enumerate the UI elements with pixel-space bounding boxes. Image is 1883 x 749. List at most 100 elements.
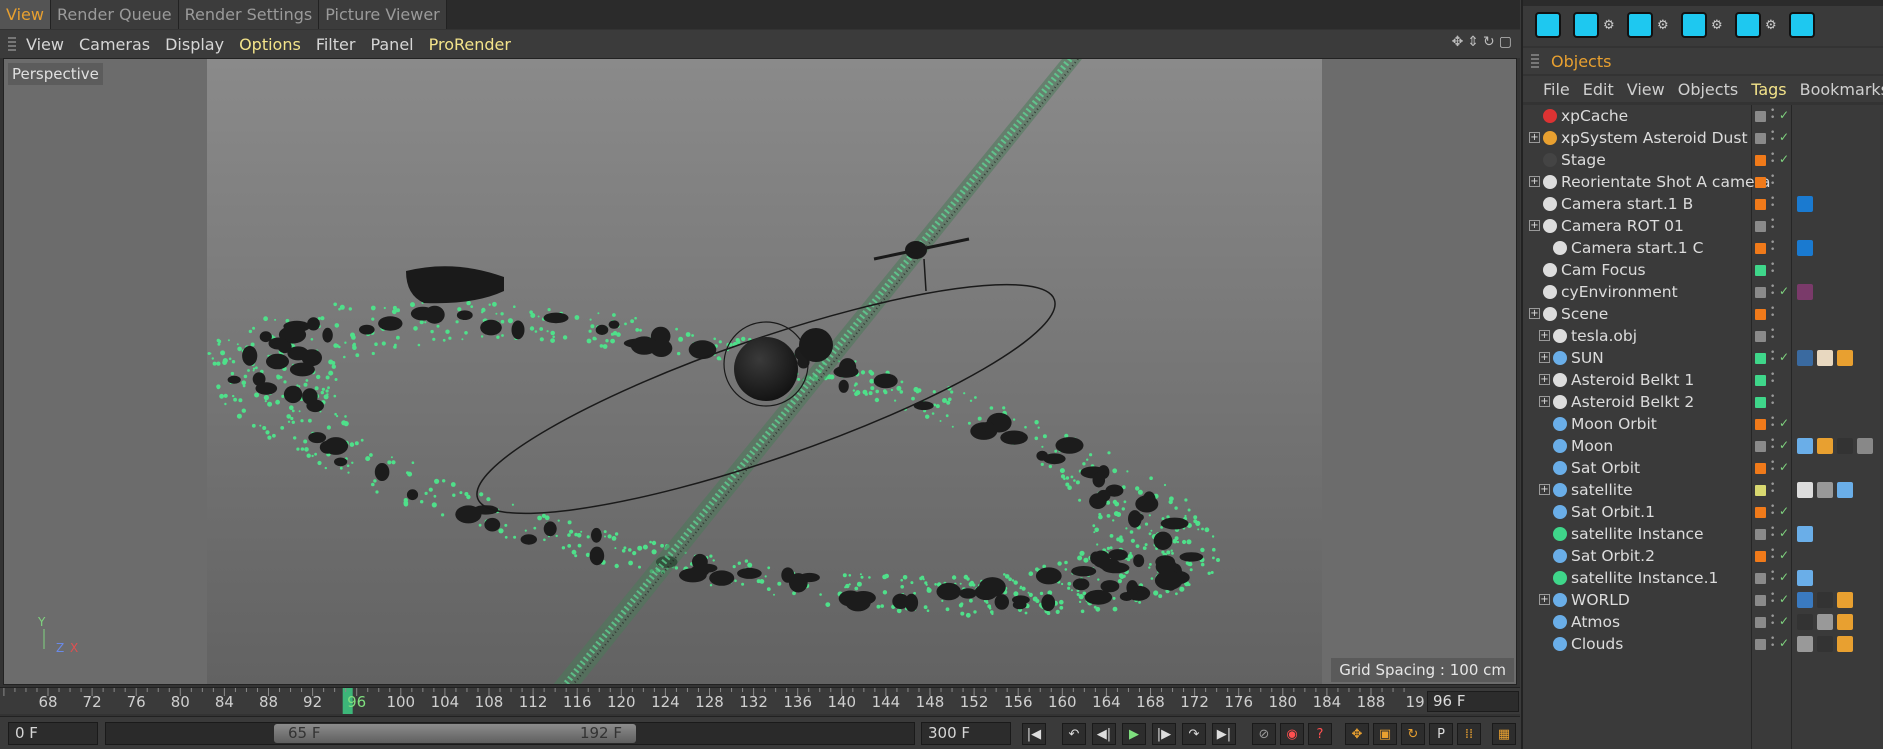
atom-array-icon[interactable] xyxy=(1735,12,1761,38)
object-tag-icon[interactable] xyxy=(1837,636,1853,652)
layer-color-flag[interactable] xyxy=(1755,397,1766,408)
menu-options[interactable]: Options xyxy=(239,35,301,54)
object-tag-icon[interactable] xyxy=(1797,482,1813,498)
object-tag-icon[interactable] xyxy=(1817,614,1833,630)
object-tag-icon[interactable] xyxy=(1797,196,1813,212)
enabled-check-icon[interactable]: ✓ xyxy=(1779,570,1789,584)
object-name[interactable]: Camera start.1 C xyxy=(1571,239,1703,257)
symmetry-icon[interactable] xyxy=(1681,12,1707,38)
metaball-icon[interactable] xyxy=(1789,12,1815,38)
expand-icon[interactable]: + xyxy=(1529,132,1540,143)
visibility-dots-icon[interactable]: • • xyxy=(1770,151,1775,167)
next-frame-icon[interactable]: |▶ xyxy=(1152,723,1176,745)
menu-prorender[interactable]: ProRender xyxy=(429,35,511,54)
menu-tags[interactable]: Tags xyxy=(1751,80,1786,99)
layer-color-flag[interactable] xyxy=(1755,155,1766,166)
layer-color-flag[interactable] xyxy=(1755,419,1766,430)
object-list[interactable]: xpCache • • ✓ + xpSystem Asteroid Dust • • ✓ Stag… xyxy=(1523,105,1883,749)
maximize-view-icon[interactable]: ▢ xyxy=(1499,34,1512,50)
enabled-check-icon[interactable]: ✓ xyxy=(1779,614,1789,628)
object-tag-icon[interactable] xyxy=(1797,614,1813,630)
object-row[interactable]: + Scene • • xyxy=(1523,303,1883,325)
object-name[interactable]: Clouds xyxy=(1571,635,1623,653)
object-row[interactable]: Stage • • ✓ xyxy=(1523,149,1883,171)
visibility-dots-icon[interactable]: • • xyxy=(1770,217,1775,233)
object-row[interactable]: Camera start.1 C • • xyxy=(1523,237,1883,259)
layer-color-flag[interactable] xyxy=(1755,485,1766,496)
enabled-check-icon[interactable]: ✓ xyxy=(1779,350,1789,364)
layer-color-flag[interactable] xyxy=(1755,375,1766,386)
object-row[interactable]: + Reorientate Shot A camera • • xyxy=(1523,171,1883,193)
record-keys-icon[interactable]: ⊘ xyxy=(1252,723,1276,745)
expand-icon[interactable]: + xyxy=(1539,374,1550,385)
enabled-check-icon[interactable]: ✓ xyxy=(1779,636,1789,650)
move-view-icon[interactable]: ✥ xyxy=(1452,34,1464,50)
timeline-ruler[interactable]: 68 72 76 80 84 88 92 96 100 104 108 112 116 120 124 128… xyxy=(0,687,1520,714)
object-row[interactable]: satellite Instance.1 • • ✓ xyxy=(1523,567,1883,589)
tab-view[interactable]: View xyxy=(0,0,51,29)
visibility-dots-icon[interactable]: • • xyxy=(1770,195,1775,211)
object-tag-icon[interactable] xyxy=(1837,438,1853,454)
object-tag-icon[interactable] xyxy=(1817,438,1833,454)
layer-color-flag[interactable] xyxy=(1755,529,1766,540)
tab-render-queue[interactable]: Render Queue xyxy=(50,0,179,29)
object-name[interactable]: satellite Instance xyxy=(1571,525,1704,543)
object-name[interactable]: Camera ROT 01 xyxy=(1561,217,1684,235)
object-name[interactable]: Sat Orbit xyxy=(1571,459,1640,477)
timeline-icon[interactable]: ▦ xyxy=(1492,723,1516,745)
object-row[interactable]: Cam Focus • • xyxy=(1523,259,1883,281)
visibility-dots-icon[interactable]: • • xyxy=(1770,371,1775,387)
object-name[interactable]: Scene xyxy=(1561,305,1608,323)
visibility-dots-icon[interactable]: • • xyxy=(1770,327,1775,343)
end-frame-field[interactable]: 300 F xyxy=(921,722,1011,745)
object-name[interactable]: Moon Orbit xyxy=(1571,415,1657,433)
tab-render-settings[interactable]: Render Settings xyxy=(178,0,320,29)
object-name[interactable]: satellite xyxy=(1571,481,1633,499)
object-tag-icon[interactable] xyxy=(1817,636,1833,652)
goto-start-icon[interactable]: |◀ xyxy=(1022,723,1046,745)
preview-range-slider[interactable]: 65 F 192 F xyxy=(105,722,915,745)
object-name[interactable]: satellite Instance.1 xyxy=(1571,569,1718,587)
object-tag-icon[interactable] xyxy=(1837,482,1853,498)
layer-color-flag[interactable] xyxy=(1755,441,1766,452)
object-row[interactable]: + Asteroid Belkt 2 • • xyxy=(1523,391,1883,413)
layer-color-flag[interactable] xyxy=(1755,463,1766,474)
visibility-dots-icon[interactable]: • • xyxy=(1770,305,1775,321)
object-name[interactable]: tesla.obj xyxy=(1571,327,1637,345)
layer-color-flag[interactable] xyxy=(1755,309,1766,320)
visibility-dots-icon[interactable]: • • xyxy=(1770,261,1775,277)
layer-color-flag[interactable] xyxy=(1755,595,1766,606)
help-icon[interactable]: ? xyxy=(1308,723,1332,745)
enabled-check-icon[interactable]: ✓ xyxy=(1779,592,1789,606)
rotate-key-icon[interactable]: ↻ xyxy=(1401,723,1425,745)
object-row[interactable]: Sat Orbit.1 • • ✓ xyxy=(1523,501,1883,523)
object-tag-icon[interactable] xyxy=(1797,438,1813,454)
object-row[interactable]: xpCache • • ✓ xyxy=(1523,105,1883,127)
gear-icon[interactable]: ⚙ xyxy=(1711,18,1723,33)
enabled-check-icon[interactable]: ✓ xyxy=(1779,416,1789,430)
object-name[interactable]: Asteroid Belkt 1 xyxy=(1571,371,1694,389)
object-row[interactable]: + SUN • • ✓ xyxy=(1523,347,1883,369)
object-row[interactable]: + xpSystem Asteroid Dust • • ✓ xyxy=(1523,127,1883,149)
menu-file[interactable]: File xyxy=(1543,80,1570,99)
layer-color-flag[interactable] xyxy=(1755,353,1766,364)
layer-color-flag[interactable] xyxy=(1755,331,1766,342)
object-name[interactable]: Sat Orbit.1 xyxy=(1571,503,1655,521)
object-name[interactable]: Camera start.1 B xyxy=(1561,195,1693,213)
move-key-icon[interactable]: ✥ xyxy=(1345,723,1369,745)
boole-icon[interactable] xyxy=(1535,12,1561,38)
expand-icon[interactable]: + xyxy=(1529,176,1540,187)
visibility-dots-icon[interactable]: • • xyxy=(1770,635,1775,651)
layer-color-flag[interactable] xyxy=(1755,111,1766,122)
enabled-check-icon[interactable]: ✓ xyxy=(1779,526,1789,540)
layer-color-flag[interactable] xyxy=(1755,243,1766,254)
play-icon[interactable]: ▶ xyxy=(1122,723,1146,745)
layer-color-flag[interactable] xyxy=(1755,133,1766,144)
object-row[interactable]: Sat Orbit • • ✓ xyxy=(1523,457,1883,479)
menu-edit[interactable]: Edit xyxy=(1583,80,1614,99)
visibility-dots-icon[interactable]: • • xyxy=(1770,393,1775,409)
visibility-dots-icon[interactable]: • • xyxy=(1770,525,1775,541)
object-tag-icon[interactable] xyxy=(1817,350,1833,366)
enabled-check-icon[interactable]: ✓ xyxy=(1779,284,1789,298)
object-name[interactable]: Reorientate Shot A camera xyxy=(1561,173,1770,191)
